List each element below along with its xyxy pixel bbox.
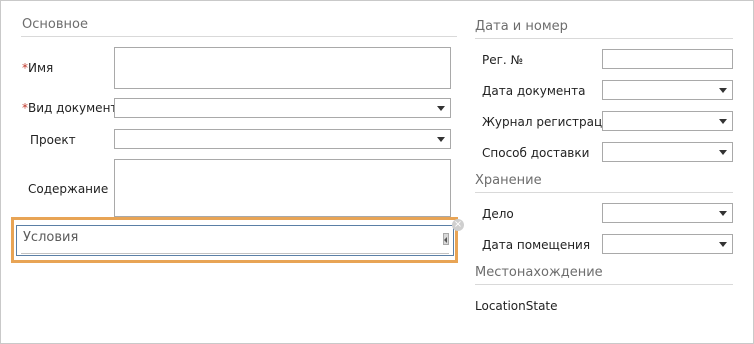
chevron-down-icon[interactable] [719, 119, 727, 124]
location-state: LocationState [475, 299, 558, 313]
case-select[interactable] [602, 203, 733, 223]
delivery-label: Способ доставки [482, 146, 590, 160]
project-label: Проект [30, 133, 76, 147]
content-label: Содержание [28, 182, 109, 196]
reg-no-input[interactable] [602, 49, 733, 69]
conditions-underline [21, 253, 449, 254]
conditions-input[interactable]: Условия [16, 225, 454, 256]
doc-date-label: Дата документа [482, 84, 586, 98]
project-select[interactable] [114, 129, 451, 149]
section-title-storage: Хранение [475, 173, 542, 188]
case-label: Дело [482, 207, 514, 221]
placement-date-select[interactable] [602, 234, 733, 254]
delivery-select[interactable] [602, 142, 733, 162]
section-divider [475, 284, 733, 285]
placement-date-label: Дата помещения [482, 238, 591, 252]
doc-type-label: *Вид документа [22, 101, 125, 115]
collapse-handle-icon[interactable] [443, 233, 449, 245]
section-divider [475, 38, 733, 39]
section-title-main: Основное [22, 17, 88, 32]
doc-type-select[interactable] [114, 98, 451, 118]
doc-type-label-text: Вид документа [28, 101, 125, 115]
section-title-location: Местонахождение [475, 265, 603, 280]
chevron-down-icon[interactable] [719, 211, 727, 216]
chevron-down-icon[interactable] [719, 150, 727, 155]
conditions-value: Условия [23, 230, 79, 245]
chevron-down-icon[interactable] [719, 88, 727, 93]
close-icon[interactable]: × [452, 219, 464, 231]
content-field[interactable] [114, 159, 451, 217]
section-divider [21, 36, 457, 37]
reg-no-label: Рег. № [482, 53, 524, 67]
name-label-text: Имя [28, 61, 54, 75]
name-field[interactable] [114, 47, 451, 89]
name-label: *Имя [22, 61, 53, 75]
section-divider [475, 192, 733, 193]
chevron-down-icon[interactable] [719, 242, 727, 247]
journal-label: Журнал регистрации [482, 115, 618, 129]
chevron-down-icon[interactable] [437, 106, 445, 111]
form-window: Основное *Имя *Вид документа Проект Соде… [0, 0, 754, 344]
chevron-down-icon[interactable] [437, 137, 445, 142]
journal-select[interactable] [602, 111, 733, 131]
section-title-date-number: Дата и номер [475, 19, 568, 34]
doc-date-select[interactable] [602, 80, 733, 100]
